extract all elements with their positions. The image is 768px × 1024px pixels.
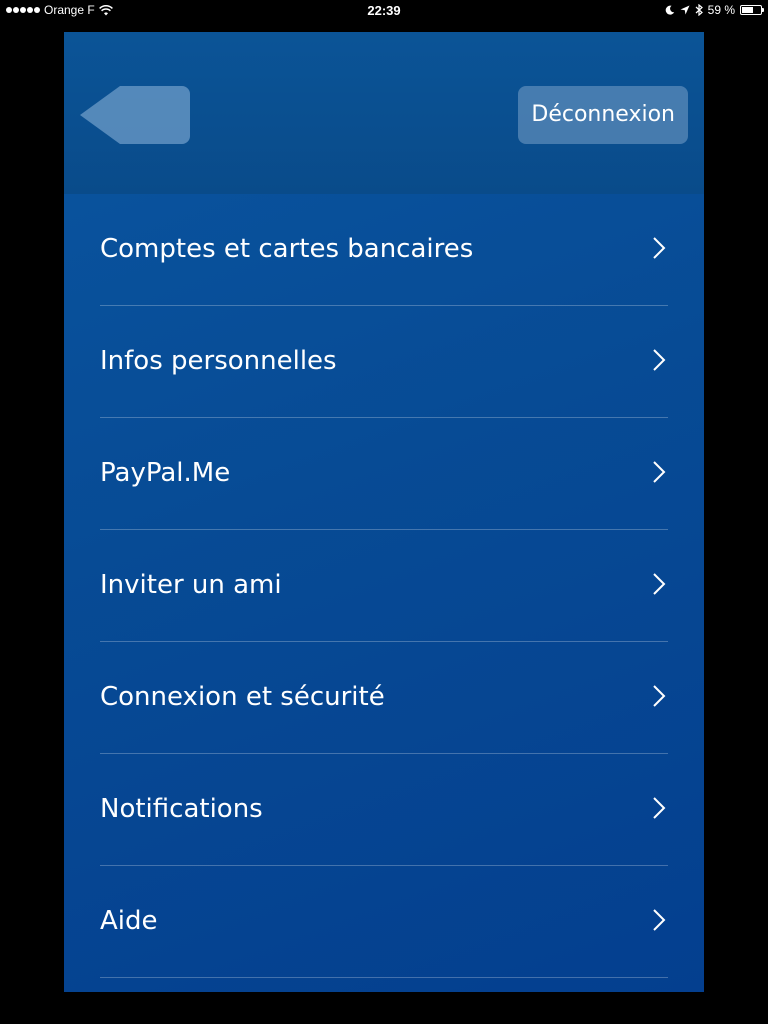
menu-item-label: Infos personnelles bbox=[100, 346, 337, 376]
menu-item-label: PayPal.Me bbox=[100, 458, 231, 488]
chevron-right-icon bbox=[653, 349, 666, 371]
back-button[interactable] bbox=[80, 86, 190, 144]
chevron-right-icon bbox=[653, 909, 666, 931]
back-arrow-icon bbox=[80, 86, 190, 144]
chevron-right-icon bbox=[653, 573, 666, 595]
menu-item-label: Connexion et sécurité bbox=[100, 682, 385, 712]
logout-button[interactable]: Déconnexion bbox=[518, 86, 688, 144]
battery-icon bbox=[740, 5, 764, 15]
menu-item-personal-info[interactable]: Infos personnelles bbox=[100, 306, 668, 418]
menu-item-bank-accounts-cards[interactable]: Comptes et cartes bancaires bbox=[100, 194, 668, 306]
menu-item-label: Aide bbox=[100, 906, 158, 936]
menu-item-label: Notifications bbox=[100, 794, 263, 824]
menu-item-help[interactable]: Aide bbox=[100, 866, 668, 978]
menu-item-paypal-me[interactable]: PayPal.Me bbox=[100, 418, 668, 530]
settings-menu: Comptes et cartes bancaires Infos person… bbox=[100, 194, 668, 978]
status-bar-right: 59 % bbox=[665, 3, 764, 17]
menu-item-label: Comptes et cartes bancaires bbox=[100, 234, 474, 264]
menu-item-notifications[interactable]: Notifications bbox=[100, 754, 668, 866]
chevron-right-icon bbox=[653, 685, 666, 707]
settings-panel: Déconnexion Comptes et cartes bancaires … bbox=[64, 32, 704, 992]
menu-item-invite-friend[interactable]: Inviter un ami bbox=[100, 530, 668, 642]
location-arrow-icon bbox=[680, 5, 690, 15]
status-bar: Orange F 22:39 59 % bbox=[0, 0, 768, 20]
status-time: 22:39 bbox=[367, 3, 401, 18]
menu-item-login-security[interactable]: Connexion et sécurité bbox=[100, 642, 668, 754]
battery-percent: 59 % bbox=[707, 3, 735, 17]
menu-item-label: Inviter un ami bbox=[100, 570, 282, 600]
moon-icon bbox=[665, 5, 674, 15]
bluetooth-icon bbox=[695, 4, 703, 16]
chevron-right-icon bbox=[653, 797, 666, 819]
chevron-right-icon bbox=[653, 461, 666, 483]
chevron-right-icon bbox=[653, 237, 666, 259]
header-bar: Déconnexion bbox=[64, 32, 704, 194]
